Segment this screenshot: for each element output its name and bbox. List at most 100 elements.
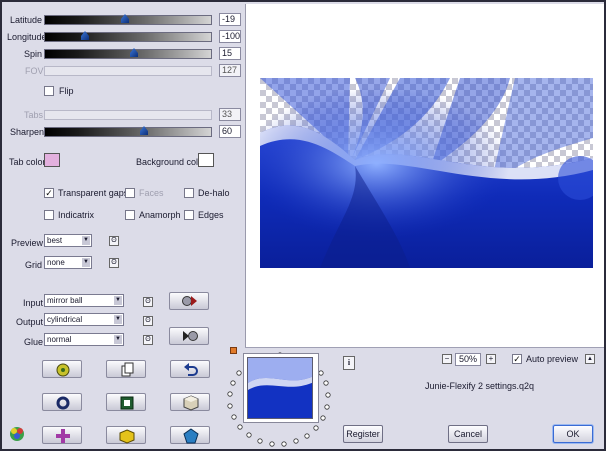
link-icon[interactable]: ʘ (109, 258, 119, 268)
output-label: Output (16, 317, 44, 327)
flip-checkbox[interactable] (44, 86, 54, 96)
register-button[interactable]: Register (343, 425, 383, 443)
grid-select[interactable]: none ▼ (44, 256, 92, 269)
glue-select[interactable]: normal ▼ (44, 333, 124, 346)
chevron-down-icon: ▼ (114, 315, 122, 324)
chevron-down-icon: ▼ (82, 236, 90, 245)
info-icon[interactable]: i (343, 356, 355, 370)
settings-panel: Latitude -19 Longitude -100 Spin 15 FOV … (4, 4, 244, 449)
frame-icon (120, 396, 134, 410)
link-icon[interactable]: ʘ (143, 335, 153, 345)
grid-label: Grid (25, 260, 43, 270)
output-preview-button[interactable] (169, 327, 209, 345)
link-icon[interactable]: ʘ (143, 297, 153, 307)
tabs-value: 33 (219, 108, 241, 121)
sharpen-label: Sharpen (10, 127, 45, 137)
transparent-gaps-checkbox[interactable]: ✓ (44, 188, 54, 198)
dice-icon (56, 363, 70, 377)
input-projection-select[interactable]: mirror ball ▼ (44, 294, 124, 307)
latitude-slider-thumb[interactable] (121, 14, 129, 23)
output-projection-value: cylindrical (47, 315, 83, 324)
fov-slider (44, 66, 212, 76)
tab-color-label: Tab color (9, 157, 46, 167)
auto-preview-label: Auto preview (526, 354, 579, 364)
link-icon[interactable]: ʘ (109, 236, 119, 246)
longitude-slider-thumb[interactable] (81, 31, 89, 40)
undo-icon (184, 363, 198, 376)
randomize-button[interactable] (42, 360, 82, 378)
cancel-button[interactable]: Cancel (448, 425, 488, 443)
link-icon[interactable]: ʘ (143, 316, 153, 326)
reset-button[interactable] (42, 393, 82, 411)
copy-icon (121, 362, 134, 377)
sharpen-slider[interactable] (44, 126, 212, 137)
edges-label: Edges (198, 210, 224, 220)
navigator-thumbnail-image (247, 357, 313, 419)
chevron-down-icon: ▼ (114, 335, 122, 344)
latitude-value[interactable]: -19 (219, 13, 241, 26)
glue-value: normal (47, 335, 72, 344)
undo-button[interactable] (170, 360, 210, 378)
ok-button[interactable]: OK (553, 425, 593, 443)
chevron-down-icon: ▼ (114, 296, 122, 305)
preview-quality-value: best (47, 236, 63, 245)
fov-value: 127 (219, 64, 241, 77)
input-label: Input (23, 298, 44, 308)
box-icon (119, 429, 135, 444)
transparent-gaps-label: Transparent gaps (58, 188, 129, 198)
zoom-out-button[interactable]: − (442, 354, 452, 364)
background-color-label: Background color (136, 157, 207, 167)
spin-slider-thumb[interactable] (130, 48, 138, 57)
indicatrix-checkbox[interactable] (44, 210, 54, 220)
spin-label: Spin (24, 49, 43, 59)
anamorph-checkbox[interactable] (125, 210, 135, 220)
ring-icon (56, 396, 70, 410)
faces-label: Faces (139, 188, 164, 198)
auto-preview-checkbox[interactable]: ✓ (512, 354, 522, 364)
collapse-icon[interactable]: ▲ (585, 354, 595, 364)
cube-icon (183, 395, 199, 411)
longitude-slider[interactable] (44, 31, 212, 42)
frame-button[interactable] (106, 393, 146, 411)
cube-button[interactable] (170, 393, 210, 411)
input-projection-value: mirror ball (47, 296, 83, 305)
latitude-label: Latitude (10, 15, 43, 25)
longitude-value[interactable]: -100 (219, 30, 241, 43)
flexify-dialog: Latitude -19 Longitude -100 Spin 15 FOV … (0, 0, 606, 451)
divider (245, 347, 604, 348)
spin-slider[interactable] (44, 48, 212, 59)
copy-button[interactable] (106, 360, 146, 378)
tab-color-swatch[interactable] (44, 153, 60, 167)
plus-icon (56, 429, 70, 443)
ball-play-icon (182, 296, 197, 306)
app-logo[interactable] (8, 424, 26, 442)
gem-icon (183, 428, 199, 444)
flip-label: Flip (59, 86, 74, 96)
thumbnail-render (248, 358, 312, 418)
add-button[interactable] (42, 426, 82, 444)
settings-filename: Junie-Flexify 2 settings.q2q (425, 381, 535, 391)
sharpen-slider-thumb[interactable] (140, 126, 148, 135)
gem-button[interactable] (170, 426, 210, 444)
background-color-swatch[interactable] (198, 153, 214, 167)
latitude-slider[interactable] (44, 14, 212, 25)
sharpen-value[interactable]: 60 (219, 125, 241, 138)
faces-checkbox[interactable] (125, 188, 135, 198)
spin-value[interactable]: 15 (219, 47, 241, 60)
grid-value: none (47, 258, 65, 267)
zoom-in-button[interactable]: + (486, 354, 496, 364)
preview-quality-select[interactable]: best ▼ (44, 234, 92, 247)
longitude-label: Longitude (7, 32, 47, 42)
output-projection-select[interactable]: cylindrical ▼ (44, 313, 124, 326)
zoom-level-field[interactable]: 50% (455, 353, 481, 366)
flower-logo-icon (10, 427, 24, 441)
navigator-thumbnail[interactable] (243, 353, 319, 423)
input-preview-button[interactable] (169, 292, 209, 310)
edges-checkbox[interactable] (184, 210, 194, 220)
chevron-down-icon: ▼ (82, 258, 90, 267)
preview-render (260, 78, 593, 268)
box-button[interactable] (106, 426, 146, 444)
flexify-preview-image (260, 78, 593, 268)
de-halo-checkbox[interactable] (184, 188, 194, 198)
main-preview-canvas[interactable] (245, 4, 604, 347)
